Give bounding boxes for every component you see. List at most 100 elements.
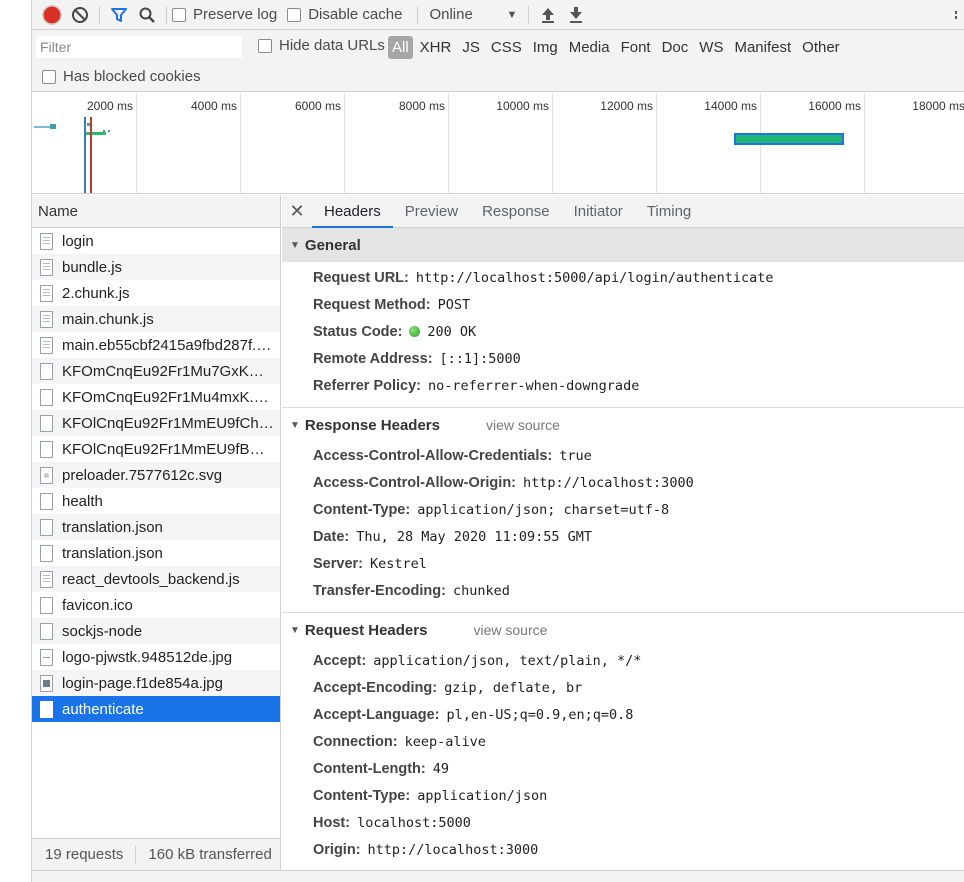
export-har-button[interactable]	[562, 1, 590, 29]
type-filter-img[interactable]: Img	[529, 36, 562, 59]
request-row[interactable]: main.eb55cbf2415a9fbd287f.h...	[32, 332, 280, 358]
header-name: Access-Control-Allow-Credentials:	[313, 447, 553, 464]
preserve-log-label: Preserve log	[193, 6, 278, 23]
name-column-header[interactable]: Name	[32, 195, 280, 228]
request-name: login	[62, 232, 94, 250]
request-row[interactable]: translation.json	[32, 514, 280, 540]
timeline-overview[interactable]: 2000 ms 4000 ms 6000 ms 8000 ms 10000 ms…	[32, 93, 964, 194]
header-row: Content-Length: 49	[282, 755, 964, 782]
type-filter-ws[interactable]: WS	[695, 36, 727, 59]
record-button[interactable]	[38, 1, 66, 29]
request-headers-title: Request Headers	[304, 621, 428, 639]
search-icon	[139, 7, 155, 23]
checkbox-box[interactable]	[42, 69, 56, 84]
clear-button[interactable]	[66, 1, 94, 29]
header-value: http://localhost:3000	[367, 841, 539, 858]
request-row[interactable]: logo-pjwstk.948512de.jpg	[32, 644, 280, 670]
request-row[interactable]: login-page.f1de854a.jpg	[32, 670, 280, 696]
request-row[interactable]: KFOmCnqEu92Fr1Mu7GxKOz...	[32, 358, 280, 384]
view-source-link[interactable]: view source	[486, 417, 560, 433]
request-row[interactable]: login	[32, 228, 280, 254]
has-blocked-cookies-checkbox[interactable]: Has blocked cookies	[42, 68, 201, 85]
request-row[interactable]: KFOlCnqEu92Fr1MmEU9fChc4...	[32, 410, 280, 436]
request-row[interactable]: translation.json	[32, 540, 280, 566]
filter-input[interactable]	[36, 36, 242, 58]
request-row[interactable]: main.chunk.js	[32, 306, 280, 332]
header-row: Status Code: 200 OK	[282, 318, 964, 345]
hide-data-urls-checkbox[interactable]: Hide data URLs	[258, 37, 385, 54]
type-filter-xhr[interactable]: XHR	[416, 36, 456, 59]
checkbox-box[interactable]	[258, 38, 272, 53]
throttling-select[interactable]: Online ▼	[423, 6, 523, 23]
request-name: 2.chunk.js	[62, 284, 130, 302]
filter-toggle-button[interactable]	[105, 1, 133, 29]
search-button[interactable]	[133, 1, 161, 29]
import-har-button[interactable]	[534, 1, 562, 29]
overview-gridline	[344, 93, 345, 193]
preserve-log-checkbox[interactable]: Preserve log	[172, 6, 277, 23]
request-row[interactable]: sockjs-node	[32, 618, 280, 644]
resource-type-filters: All XHR JS CSS Img Media Font Doc WS Man…	[388, 36, 847, 59]
request-row[interactable]: 2.chunk.js	[32, 280, 280, 306]
tab-response[interactable]: Response	[470, 195, 562, 227]
request-name: translation.json	[62, 518, 163, 536]
checkbox-box[interactable]	[287, 7, 302, 22]
request-row[interactable]: favicon.ico	[32, 592, 280, 618]
header-value: application/json	[417, 787, 548, 804]
header-name: Accept-Encoding:	[313, 679, 438, 696]
request-row[interactable]: KFOlCnqEu92Fr1MmEU9fBBc4...	[32, 436, 280, 462]
type-filter-all[interactable]: All	[388, 36, 413, 59]
tab-initiator[interactable]: Initiator	[562, 195, 635, 227]
request-row[interactable]: bundle.js	[32, 254, 280, 280]
left-gutter	[0, 0, 32, 882]
disable-cache-checkbox[interactable]: Disable cache	[287, 6, 402, 23]
header-name: Content-Length:	[313, 760, 426, 777]
script-file-icon	[40, 258, 53, 276]
type-filter-font[interactable]: Font	[617, 36, 655, 59]
type-filter-manifest[interactable]: Manifest	[730, 36, 795, 59]
header-row: Content-Type: application/json	[282, 782, 964, 809]
request-name: authenticate	[62, 700, 144, 718]
overview-gridline	[136, 93, 137, 193]
request-row-selected[interactable]: authenticate	[32, 696, 280, 722]
close-details-button[interactable]: ✕	[282, 195, 312, 227]
type-filter-js[interactable]: JS	[458, 36, 484, 59]
xhr-file-icon	[40, 700, 53, 718]
header-name: Server:	[313, 555, 363, 572]
status-ok-icon	[409, 326, 421, 337]
type-filter-doc[interactable]: Doc	[658, 36, 693, 59]
request-name: KFOlCnqEu92Fr1MmEU9fChc4...	[62, 414, 274, 432]
type-filter-media[interactable]: Media	[565, 36, 614, 59]
view-source-link[interactable]: view source	[473, 622, 547, 638]
filter-bar: Hide data URLs All XHR JS CSS Img Media …	[32, 30, 964, 92]
tab-timing[interactable]: Timing	[635, 195, 703, 227]
tab-preview[interactable]: Preview	[393, 195, 470, 227]
type-filter-css[interactable]: CSS	[487, 36, 526, 59]
request-name: health	[62, 492, 103, 510]
request-row[interactable]: health	[32, 488, 280, 514]
header-row: Origin: http://localhost:3000	[282, 836, 964, 863]
load-event-line	[90, 117, 92, 193]
general-section-header[interactable]: ▼ General	[282, 228, 964, 262]
header-row: Referrer Policy: no-referrer-when-downgra…	[282, 372, 964, 399]
request-row[interactable]: preloader.7577612c.svg	[32, 462, 280, 488]
header-name: Status Code:	[313, 323, 403, 340]
request-headers-header[interactable]: ▼ Request Headers view source	[282, 613, 964, 647]
font-file-icon	[40, 414, 53, 432]
header-row: Request Method: POST	[282, 291, 964, 318]
overview-gridline	[448, 93, 449, 193]
request-name: translation.json	[62, 544, 163, 562]
header-name: Connection:	[313, 733, 398, 750]
settings-button[interactable]	[948, 1, 964, 29]
header-name: Request Method:	[313, 296, 431, 313]
overview-request-mark	[50, 124, 56, 129]
request-row[interactable]: react_devtools_backend.js	[32, 566, 280, 592]
request-headers-section: ▼ Request Headers view source Accept: appli…	[282, 613, 964, 863]
checkbox-box[interactable]	[172, 7, 186, 22]
request-row[interactable]: KFOmCnqEu92Fr1Mu4mxK.wo...	[32, 384, 280, 410]
response-headers-header[interactable]: ▼ Response Headers view source	[282, 408, 964, 442]
overview-gridline	[552, 93, 553, 193]
type-filter-other[interactable]: Other	[798, 36, 844, 59]
tab-headers[interactable]: Headers	[312, 195, 393, 228]
image-file-icon	[40, 466, 53, 484]
